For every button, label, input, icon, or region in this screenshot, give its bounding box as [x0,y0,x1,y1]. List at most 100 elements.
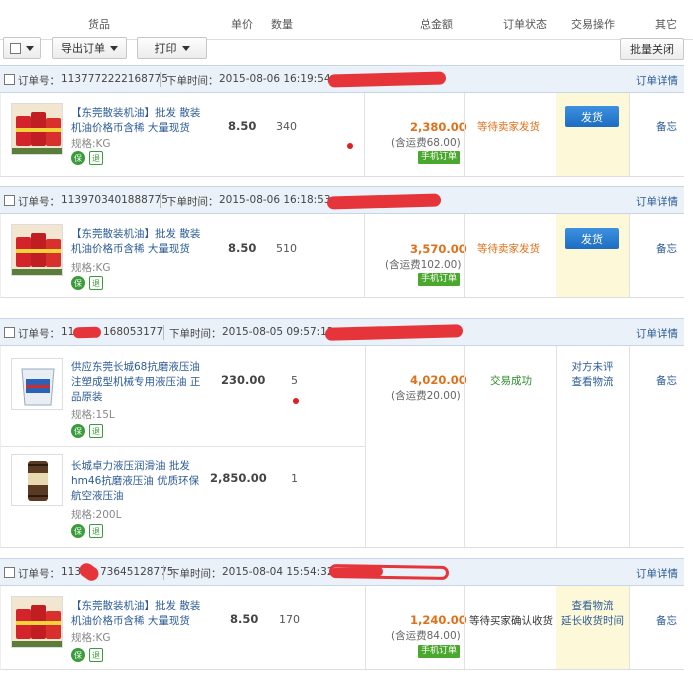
oil-drum-image [12,225,62,275]
order-header: 订单号： 1137772222168775 下单时间： 2015-08-06 1… [0,65,684,93]
shipping-fee: (含运费102.00) [385,257,461,272]
ship-button[interactable]: 发货 [565,106,619,127]
shipping-prefix: (含运费 [391,137,427,149]
chevron-down-icon [181,45,190,51]
divider [365,586,366,669]
order-time: 2015-08-05 09:57:12 [222,326,334,338]
unit-price: 8.50 [228,119,257,133]
service-badges: 保 退 [71,524,103,538]
order-number-label: 订单号： [18,196,60,208]
order-number: 1139703401888775 [61,194,168,206]
product-thumbnail[interactable] [11,224,63,276]
oil-drum-image [12,597,62,647]
divider [160,193,161,208]
guarantee-icon: 保 [71,276,85,290]
order-detail-link[interactable]: 订单详情 [636,73,678,88]
service-badges: 保 退 [71,151,103,165]
ship-button[interactable]: 发货 [565,228,619,249]
memo-link[interactable]: 备忘 [656,119,677,134]
return-icon: 退 [89,276,103,290]
order-status: 等待卖家发货 [477,121,540,133]
service-badges: 保 退 [71,276,103,290]
col-trade-action: 交易操作 [571,18,615,31]
divider [364,214,365,297]
order-total: 1,240.00 [410,613,467,627]
shipping-prefix: (含运费 [385,259,421,271]
quantity: 510 [276,242,297,255]
shipping-fee: (含运费68.00) [391,135,461,150]
product-spec: 规格:200L [71,509,122,521]
unit-price: 2,850.00 [210,471,267,485]
memo-link[interactable]: 备忘 [656,613,677,628]
redaction-mark [330,566,384,578]
divider [464,214,465,297]
shipping-prefix: (含运费 [391,390,427,402]
product-thumbnail[interactable] [11,358,63,410]
extend-receipt-time-link[interactable]: 延长收货时间 [556,614,629,629]
order-body: 【东莞散装机油】批发 散装机油价格币含稀 大量现货 规格:KG 保 退 8.50… [0,586,684,670]
select-all-dropdown[interactable] [3,37,41,59]
order-detail-link[interactable]: 订单详情 [636,326,678,341]
product-spec: 规格:15L [71,409,115,421]
action-cell: 发货 [556,93,629,176]
oil-bucket-image [12,359,62,409]
return-icon: 退 [89,424,103,438]
product-name-link[interactable]: 【东莞散装机油】批发 散装机油价格币含稀 大量现货 [71,599,207,629]
quantity: 340 [276,120,297,133]
product-name-link[interactable]: 【东莞散装机油】批发 散装机油价格币含稀 大量现货 [71,227,207,257]
redaction-mark [76,560,102,584]
redaction-mark [324,324,464,341]
product-name-link[interactable]: 供应东莞长城68抗磨液压油 注塑成型机械专用液压油 正品原装 [71,360,207,405]
unit-price: 8.50 [228,241,257,255]
view-logistics-link[interactable]: 查看物流 [556,599,629,614]
memo-link[interactable]: 备忘 [656,241,677,256]
order-checkbox[interactable] [4,567,15,578]
shipping-fee: (含运费84.00) [391,628,461,643]
divider [160,72,161,87]
guarantee-icon: 保 [71,151,85,165]
col-other: 其它 [655,18,677,31]
shipping-prefix: (含运费 [391,630,427,642]
order-number: 1137772222168775 [61,73,168,85]
product-spec: 规格:KG [71,138,111,150]
product-thumbnail[interactable] [11,103,63,155]
batch-close-button[interactable]: 批量关闭 [620,38,684,60]
export-orders-button[interactable]: 导出订单 [52,37,127,59]
order-total: 4,020.00 [410,373,467,387]
unit-price: 230.00 [221,373,266,387]
order-total: 3,570.00 [410,242,467,256]
product-thumbnail[interactable] [11,454,63,506]
divider [464,93,465,176]
order-time-label: 下单时间： [169,568,222,580]
view-logistics-link[interactable]: 查看物流 [556,375,629,390]
order-checkbox[interactable] [4,195,15,206]
col-order-status: 订单状态 [503,18,547,31]
guarantee-icon: 保 [71,424,85,438]
order-detail-link[interactable]: 订单详情 [636,566,678,581]
order-time: 2015-08-06 16:19:54 [219,73,331,85]
quantity: 1 [291,472,298,485]
divider [163,325,164,340]
product-name-link[interactable]: 长城卓力液压润滑油 批发hm46抗磨液压油 优质环保航空液压油 [71,459,207,504]
toolbar: 导出订单 打印 批量关闭 [0,34,693,62]
service-badges: 保 退 [71,424,103,438]
export-label: 导出订单 [61,42,105,55]
shipping-amount: 68.00) [426,137,461,149]
print-button[interactable]: 打印 [137,37,207,59]
redaction-mark [72,326,102,339]
memo-link[interactable]: 备忘 [656,373,677,388]
order-detail-link[interactable]: 订单详情 [636,194,678,209]
product-name-link[interactable]: 【东莞散装机油】批发 散装机油价格币含稀 大量现货 [71,106,207,136]
product-thumbnail[interactable] [11,596,63,648]
batch-close-label: 批量关闭 [630,43,674,56]
order-body: 【东莞散装机油】批发 散装机油价格币含稀 大量现货 规格:KG 保 退 8.50… [0,93,684,177]
unit-price: 8.50 [230,612,259,626]
select-all-checkbox[interactable] [10,42,21,54]
review-link[interactable]: 对方未评 [556,360,629,375]
chevron-down-icon [26,45,34,51]
order-number-label: 订单号： [18,568,60,580]
order-checkbox[interactable] [4,74,15,85]
oil-drum-image [12,104,62,154]
order-checkbox[interactable] [4,327,15,338]
return-icon: 退 [89,648,103,662]
